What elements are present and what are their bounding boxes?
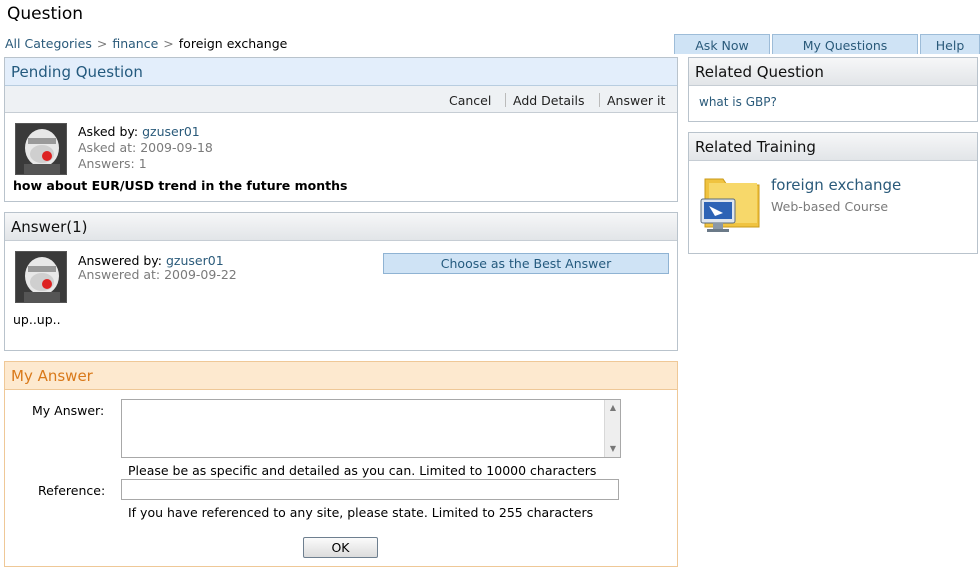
action-divider — [505, 93, 506, 107]
nav-tabs: Ask Now My Questions Help — [674, 34, 980, 54]
training-subtitle: Web-based Course — [771, 199, 889, 214]
tab-my-questions[interactable]: My Questions — [772, 34, 918, 54]
answers-panel: Answer(1) Answered by: gzuser01 Answered… — [4, 212, 678, 351]
related-training-heading: Related Training — [689, 133, 977, 161]
choose-best-answer-button[interactable]: Choose as the Best Answer — [383, 253, 669, 274]
scroll-up-arrow-icon[interactable]: ▲ — [606, 401, 620, 415]
answerer-avatar — [15, 251, 67, 303]
breadcrumb-current: foreign exchange — [178, 36, 288, 51]
pending-question-heading: Pending Question — [5, 58, 677, 86]
answered-by: Answered by: gzuser01 — [78, 253, 224, 268]
my-answer-label: My Answer: — [32, 403, 105, 418]
answer-scrollbar[interactable]: ▲ ▼ — [604, 400, 620, 457]
my-answer-heading: My Answer — [5, 362, 677, 390]
add-details-button[interactable]: Add Details — [513, 93, 585, 108]
my-answer-textarea[interactable] — [121, 399, 621, 458]
asker-username-link[interactable]: gzuser01 — [142, 124, 200, 139]
breadcrumb-separator: > — [96, 36, 108, 51]
related-question-link[interactable]: what is GBP? — [699, 95, 777, 109]
answers-heading: Answer(1) — [5, 213, 677, 241]
my-answer-panel: My Answer My Answer: ▲ ▼ Please be as sp… — [4, 361, 678, 567]
breadcrumb-separator: > — [163, 36, 174, 51]
related-training-panel: Related Training foreign exchange Web-ba… — [688, 132, 978, 254]
my-answer-hint: Please be as specific and detailed as yo… — [128, 463, 597, 478]
breadcrumb-all-categories[interactable]: All Categories — [5, 36, 92, 51]
course-folder-icon[interactable] — [699, 169, 765, 235]
answered-by-label: Answered by: — [78, 253, 162, 268]
ok-button[interactable]: OK — [303, 537, 378, 558]
breadcrumb: All Categories > finance > foreign exchange — [5, 36, 287, 51]
breadcrumb-finance[interactable]: finance — [112, 36, 158, 51]
action-divider — [599, 93, 600, 107]
asked-at: Asked at: 2009-09-18 — [78, 140, 213, 155]
question-action-bar: Cancel Add Details Answer it — [5, 86, 677, 113]
answers-count: Answers: 1 — [78, 156, 147, 171]
asked-by-label: Asked by: — [78, 124, 139, 139]
asked-by: Asked by: gzuser01 — [78, 124, 200, 139]
reference-label: Reference: — [38, 483, 106, 498]
training-title-link[interactable]: foreign exchange — [771, 176, 901, 194]
reference-input[interactable] — [121, 479, 619, 500]
cancel-button[interactable]: Cancel — [449, 93, 491, 108]
answer-it-button[interactable]: Answer it — [607, 93, 665, 108]
answer-body: up..up.. — [13, 312, 61, 327]
related-question-heading: Related Question — [689, 58, 977, 86]
scroll-down-arrow-icon[interactable]: ▼ — [606, 442, 620, 456]
asker-avatar — [15, 123, 67, 175]
pending-question-panel: Pending Question Cancel Add Details Answ… — [4, 57, 678, 202]
page-title: Question — [7, 4, 84, 24]
related-question-panel: Related Question what is GBP? — [688, 57, 978, 122]
answerer-username-link[interactable]: gzuser01 — [166, 253, 224, 268]
reference-hint: If you have referenced to any site, plea… — [128, 505, 594, 520]
tab-ask-now[interactable]: Ask Now — [674, 34, 770, 54]
tab-help[interactable]: Help — [920, 34, 980, 54]
question-text: how about EUR/USD trend in the future mo… — [13, 178, 348, 193]
answered-at: Answered at: 2009-09-22 — [78, 267, 237, 282]
